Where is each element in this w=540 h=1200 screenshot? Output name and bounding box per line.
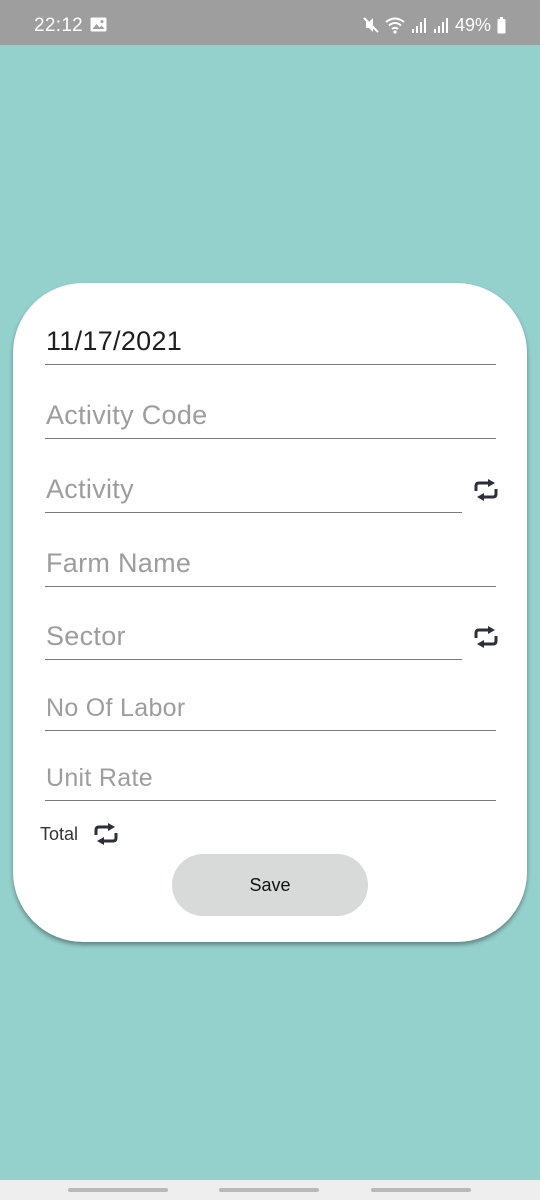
battery-icon bbox=[497, 16, 506, 33]
navigation-bar bbox=[0, 1180, 540, 1200]
status-time: 22:12 bbox=[34, 15, 84, 36]
refresh-icon bbox=[474, 626, 498, 648]
status-icons: 49% bbox=[363, 14, 506, 36]
total-label: Total bbox=[40, 824, 79, 844]
signal-icon bbox=[433, 18, 448, 33]
farm-name-placeholder: Farm Name bbox=[46, 548, 192, 578]
sector-refresh-button[interactable] bbox=[471, 624, 501, 650]
activity-form-card: 11/17/2021 Activity Code Activity Farm N… bbox=[13, 283, 527, 942]
status-bar: 22:12 49% bbox=[0, 0, 540, 45]
activity-refresh-button[interactable] bbox=[471, 477, 501, 503]
refresh-icon bbox=[94, 823, 118, 845]
date-field[interactable]: 11/17/2021 bbox=[45, 312, 496, 365]
total-refresh-button[interactable] bbox=[91, 821, 121, 847]
activity-code-placeholder: Activity Code bbox=[46, 400, 208, 430]
unit-rate-field[interactable]: Unit Rate bbox=[45, 748, 496, 801]
nav-home-button[interactable] bbox=[219, 1188, 319, 1192]
wifi-icon bbox=[385, 17, 405, 34]
refresh-icon bbox=[474, 479, 498, 501]
sector-field[interactable]: Sector bbox=[45, 607, 462, 660]
save-button[interactable]: Save bbox=[172, 854, 368, 916]
no-of-labor-placeholder: No Of Labor bbox=[46, 694, 186, 722]
nav-back-button[interactable] bbox=[371, 1188, 471, 1192]
activity-code-field[interactable]: Activity Code bbox=[45, 386, 496, 439]
nav-recent-button[interactable] bbox=[68, 1188, 168, 1192]
activity-placeholder: Activity bbox=[46, 474, 134, 504]
farm-name-field[interactable]: Farm Name bbox=[45, 534, 496, 587]
unit-rate-placeholder: Unit Rate bbox=[46, 764, 153, 792]
activity-field[interactable]: Activity bbox=[45, 460, 462, 513]
sector-placeholder: Sector bbox=[46, 621, 126, 651]
date-value: 11/17/2021 bbox=[46, 326, 183, 356]
mute-icon bbox=[363, 17, 379, 33]
signal-icon bbox=[411, 18, 426, 33]
battery-percent: 49% bbox=[454, 14, 491, 35]
no-of-labor-field[interactable]: No Of Labor bbox=[45, 678, 496, 731]
gallery-icon bbox=[90, 17, 107, 32]
